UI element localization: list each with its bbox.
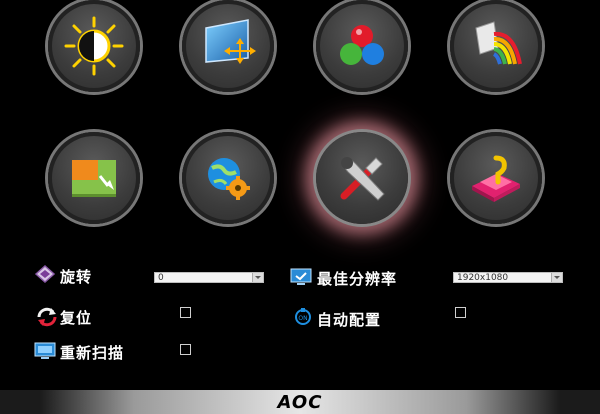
rotate-select[interactable]: 0	[154, 272, 264, 283]
exit-icon	[472, 155, 520, 202]
tile-osd-setup[interactable]	[182, 132, 274, 224]
picture-boost-icon	[72, 160, 116, 197]
brightness-contrast-icon	[64, 16, 124, 76]
best-resolution-label: 最佳分辨率	[317, 270, 398, 288]
resolution-select[interactable]: 1920x1080	[453, 272, 563, 283]
rescan-icon	[34, 341, 56, 361]
osd-menu: 旋转 0 最佳分辨率 1920x1080 复位 ON 自动配置 重新扫描 AOC	[0, 0, 600, 414]
reset-label: 复位	[60, 309, 93, 327]
aoc-logo: AOC	[277, 392, 323, 413]
auto-config-label: 自动配置	[317, 311, 382, 329]
auto-config-icon: ON	[292, 307, 314, 327]
tile-extra[interactable]	[316, 132, 408, 224]
color-setup-icon	[340, 25, 384, 65]
tile-color-boost[interactable]	[450, 0, 542, 92]
tile-brightness[interactable]	[48, 0, 140, 92]
monitor-icon	[290, 267, 312, 287]
tile-exit[interactable]	[450, 132, 542, 224]
rescan-label: 重新扫描	[60, 344, 125, 362]
rotate-value: 0	[158, 273, 164, 283]
chevron-down-icon[interactable]	[551, 273, 562, 282]
image-setup-icon	[205, 19, 256, 64]
osd-setup-icon	[208, 158, 250, 200]
resolution-value: 1920x1080	[457, 273, 509, 283]
rotate-icon	[34, 264, 56, 284]
tile-picture-boost[interactable]	[48, 132, 140, 224]
tile-image-setup[interactable]	[182, 0, 274, 92]
rotate-label: 旋转	[60, 268, 93, 286]
tile-color-setup[interactable]	[316, 0, 408, 92]
rescan-checkbox[interactable]	[180, 344, 191, 355]
footer-bar: AOC	[0, 390, 600, 414]
auto-config-checkbox[interactable]	[455, 307, 466, 318]
reset-icon	[36, 307, 58, 327]
chevron-down-icon[interactable]	[252, 273, 263, 282]
reset-checkbox[interactable]	[180, 307, 191, 318]
color-boost-icon	[475, 21, 522, 65]
svg-text:ON: ON	[298, 315, 307, 322]
tools-icon	[340, 157, 385, 201]
